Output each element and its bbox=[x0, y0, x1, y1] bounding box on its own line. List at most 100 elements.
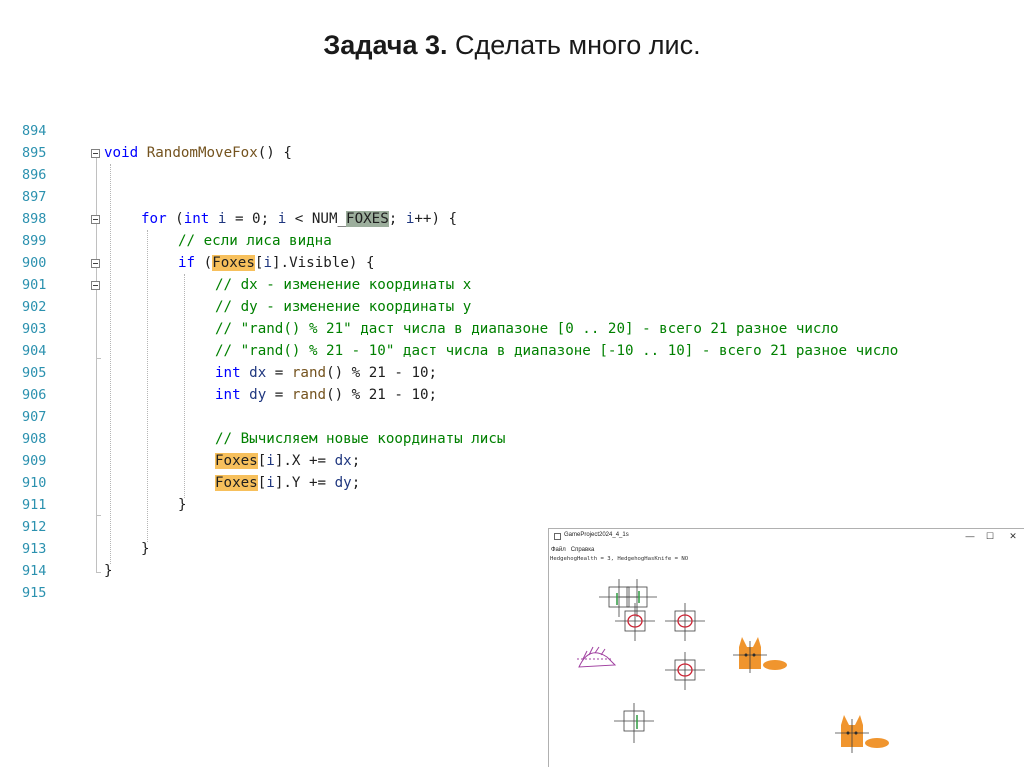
highlighted-identifier: Foxes bbox=[215, 475, 258, 491]
identifier: i bbox=[266, 453, 275, 469]
menu-file[interactable]: Файл bbox=[551, 547, 566, 553]
fox bbox=[733, 637, 787, 673]
cross-target bbox=[614, 703, 654, 743]
highlighted-macro: FOXES bbox=[346, 211, 389, 227]
keyword: int bbox=[215, 387, 241, 403]
keyword: void bbox=[104, 145, 139, 161]
code-text: ( bbox=[195, 255, 213, 271]
line-number: 905 bbox=[22, 365, 47, 381]
fold-end-tick bbox=[96, 358, 101, 359]
status-text: HedgehogHealth = 3, HedgehogHasKnife = N… bbox=[550, 556, 689, 562]
ring-target bbox=[665, 652, 705, 690]
code-text: = bbox=[266, 387, 292, 403]
menu-bar: Файл Справка bbox=[551, 547, 599, 553]
window-titlebar[interactable]: GameProject2024_4_1s — ☐ ✕ bbox=[549, 529, 1024, 545]
line-number: 912 bbox=[22, 519, 47, 535]
line-number: 895 bbox=[22, 145, 47, 161]
highlighted-identifier: Foxes bbox=[215, 453, 258, 469]
title-bold: Задача 3. bbox=[323, 30, 448, 60]
code-text: ; bbox=[351, 453, 361, 469]
line-number: 902 bbox=[22, 299, 47, 315]
indent-guide bbox=[184, 274, 185, 498]
app-icon bbox=[554, 533, 561, 540]
code-text: < NUM_ bbox=[286, 211, 347, 227]
comment: // dy - изменение координаты y bbox=[215, 299, 472, 315]
line-number: 908 bbox=[22, 431, 47, 447]
closing-brace: } bbox=[104, 563, 113, 579]
fold-end-tick bbox=[96, 572, 101, 573]
close-button[interactable]: ✕ bbox=[1004, 530, 1022, 542]
comment: // если лиса видна bbox=[178, 233, 332, 249]
keyword: int bbox=[215, 365, 241, 381]
identifier: dy bbox=[249, 387, 267, 403]
line-number: 907 bbox=[22, 409, 47, 425]
code-text: ( bbox=[166, 211, 184, 227]
window-title: GameProject2024_4_1s bbox=[564, 532, 629, 538]
highlighted-identifier: Foxes bbox=[212, 255, 255, 271]
keyword: if bbox=[178, 255, 196, 271]
identifier: i bbox=[277, 211, 287, 227]
identifier: i bbox=[266, 475, 275, 491]
code-text: () % 21 - 10; bbox=[326, 387, 438, 403]
indent-guide bbox=[110, 164, 111, 564]
line-number: 906 bbox=[22, 387, 47, 403]
code-text: ; bbox=[351, 475, 361, 491]
comment: // "rand() % 21 - 10" даст числа в диапа… bbox=[215, 343, 899, 359]
identifier: dy bbox=[334, 475, 352, 491]
code-text: [ bbox=[257, 453, 267, 469]
identifier: dx bbox=[334, 453, 352, 469]
line-number: 904 bbox=[22, 343, 47, 359]
line-number: 914 bbox=[22, 563, 47, 579]
code-text: ].Visible) { bbox=[272, 255, 375, 271]
line-number: 913 bbox=[22, 541, 47, 557]
line-number: 911 bbox=[22, 497, 47, 513]
line-number: 903 bbox=[22, 321, 47, 337]
line-number: 894 bbox=[22, 123, 47, 139]
line-number: 909 bbox=[22, 453, 47, 469]
fox bbox=[835, 715, 889, 753]
fold-toggle-icon[interactable] bbox=[91, 215, 100, 224]
identifier: i bbox=[263, 255, 272, 271]
identifier: dx bbox=[249, 365, 267, 381]
maximize-button[interactable]: ☐ bbox=[981, 530, 999, 542]
hedgehog bbox=[577, 646, 617, 668]
comment: // "rand() % 21" даст числа в диапазоне … bbox=[215, 321, 839, 337]
fold-toggle-icon[interactable] bbox=[91, 259, 100, 268]
minimize-button[interactable]: — bbox=[961, 530, 979, 542]
comment: // dx - изменение координаты x bbox=[215, 277, 472, 293]
line-number: 897 bbox=[22, 189, 47, 205]
code-text: ; bbox=[388, 211, 406, 227]
comment: // Вычисляем новые координаты лисы bbox=[215, 431, 506, 447]
slide-title: Задача 3. Сделать много лис. bbox=[0, 30, 1024, 61]
ring-target bbox=[615, 603, 655, 641]
game-window[interactable]: GameProject2024_4_1s — ☐ ✕ Файл Справка H… bbox=[548, 528, 1024, 767]
ring-target bbox=[665, 603, 705, 641]
function-name: rand bbox=[291, 365, 327, 381]
line-number: 896 bbox=[22, 167, 47, 183]
code-text: = 0; bbox=[226, 211, 278, 227]
keyword: int bbox=[183, 211, 210, 227]
code-text: () { bbox=[257, 145, 292, 161]
code-text: ++) { bbox=[414, 211, 458, 227]
menu-help[interactable]: Справка bbox=[571, 547, 595, 553]
function-name: RandomMoveFox bbox=[146, 145, 258, 161]
fold-toggle-icon[interactable] bbox=[91, 281, 100, 290]
fold-toggle-icon[interactable] bbox=[91, 149, 100, 158]
game-scene bbox=[577, 579, 889, 753]
code-text: [ bbox=[257, 475, 267, 491]
line-number: 915 bbox=[22, 585, 47, 601]
fold-end-tick bbox=[96, 515, 101, 516]
indent-guide bbox=[147, 230, 148, 542]
line-number: 898 bbox=[22, 211, 47, 227]
keyword: for bbox=[141, 211, 167, 227]
closing-brace: } bbox=[141, 541, 150, 557]
line-number: 910 bbox=[22, 475, 47, 491]
code-text: = bbox=[266, 365, 292, 381]
code-text: ].X += bbox=[274, 453, 335, 469]
code-text: ].Y += bbox=[274, 475, 335, 491]
line-number: 899 bbox=[22, 233, 47, 249]
line-number: 901 bbox=[22, 277, 47, 293]
title-rest: Сделать много лис. bbox=[447, 30, 701, 60]
closing-brace: } bbox=[178, 497, 187, 513]
